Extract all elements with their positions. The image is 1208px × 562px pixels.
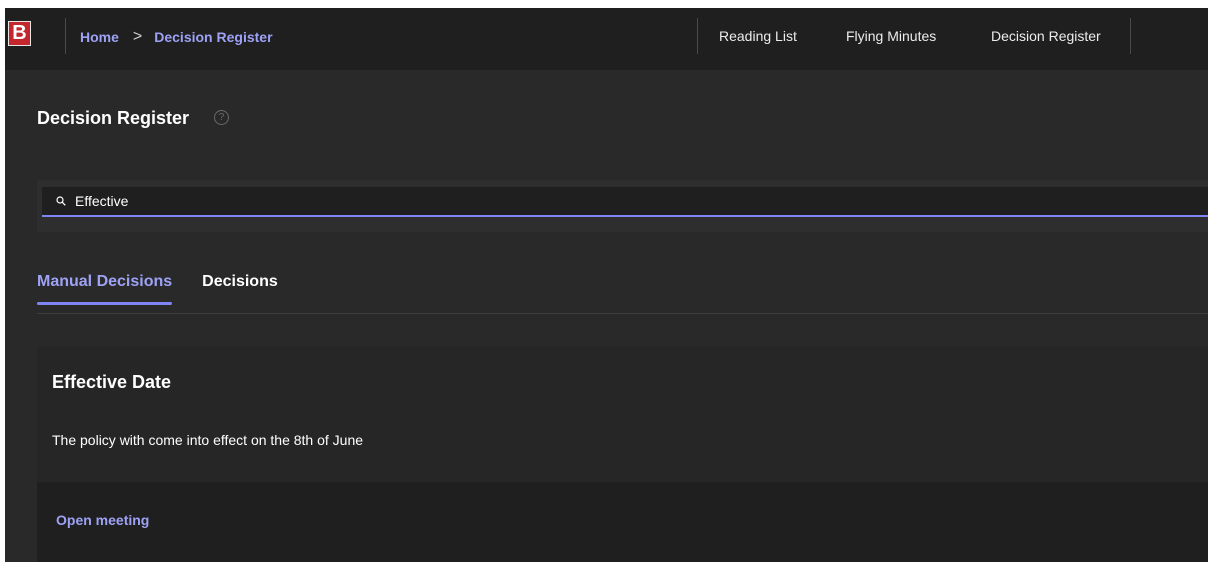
decision-title: Effective Date xyxy=(52,372,172,392)
search-box[interactable] xyxy=(42,187,1208,217)
breadcrumb: Home > Decision Register xyxy=(80,28,273,46)
app-window: B Home > Decision Register Reading List … xyxy=(5,8,1208,562)
nav-reading-list[interactable]: Reading List xyxy=(719,28,797,44)
page-title: Decision Register xyxy=(37,108,190,128)
decision-card: Effective Date The policy with come into… xyxy=(37,347,1208,562)
app-logo[interactable]: B xyxy=(8,21,31,46)
nav-flying-minutes[interactable]: Flying Minutes xyxy=(846,28,936,44)
open-meeting-link[interactable]: Open meeting xyxy=(56,512,149,528)
help-icon[interactable]: ? xyxy=(214,110,229,125)
divider xyxy=(697,18,698,54)
tab-decisions[interactable]: Decisions xyxy=(202,273,278,305)
breadcrumb-separator: > xyxy=(132,28,143,45)
search-icon xyxy=(56,196,66,206)
search-container xyxy=(37,180,1208,232)
divider xyxy=(1130,18,1131,54)
decision-description: The policy with come into effect on the … xyxy=(52,432,364,448)
tab-manual-decisions[interactable]: Manual Decisions xyxy=(37,273,173,305)
breadcrumb-home[interactable]: Home xyxy=(80,29,119,45)
top-bar: B Home > Decision Register Reading List … xyxy=(5,8,1208,70)
tab-divider xyxy=(37,313,1208,314)
nav-decision-register[interactable]: Decision Register xyxy=(991,28,1101,44)
card-footer: Open meeting xyxy=(37,482,1208,562)
divider xyxy=(65,18,66,54)
search-input[interactable] xyxy=(75,191,975,211)
breadcrumb-current[interactable]: Decision Register xyxy=(154,29,272,45)
tab-bar: Manual Decisions Decisions xyxy=(37,273,308,305)
